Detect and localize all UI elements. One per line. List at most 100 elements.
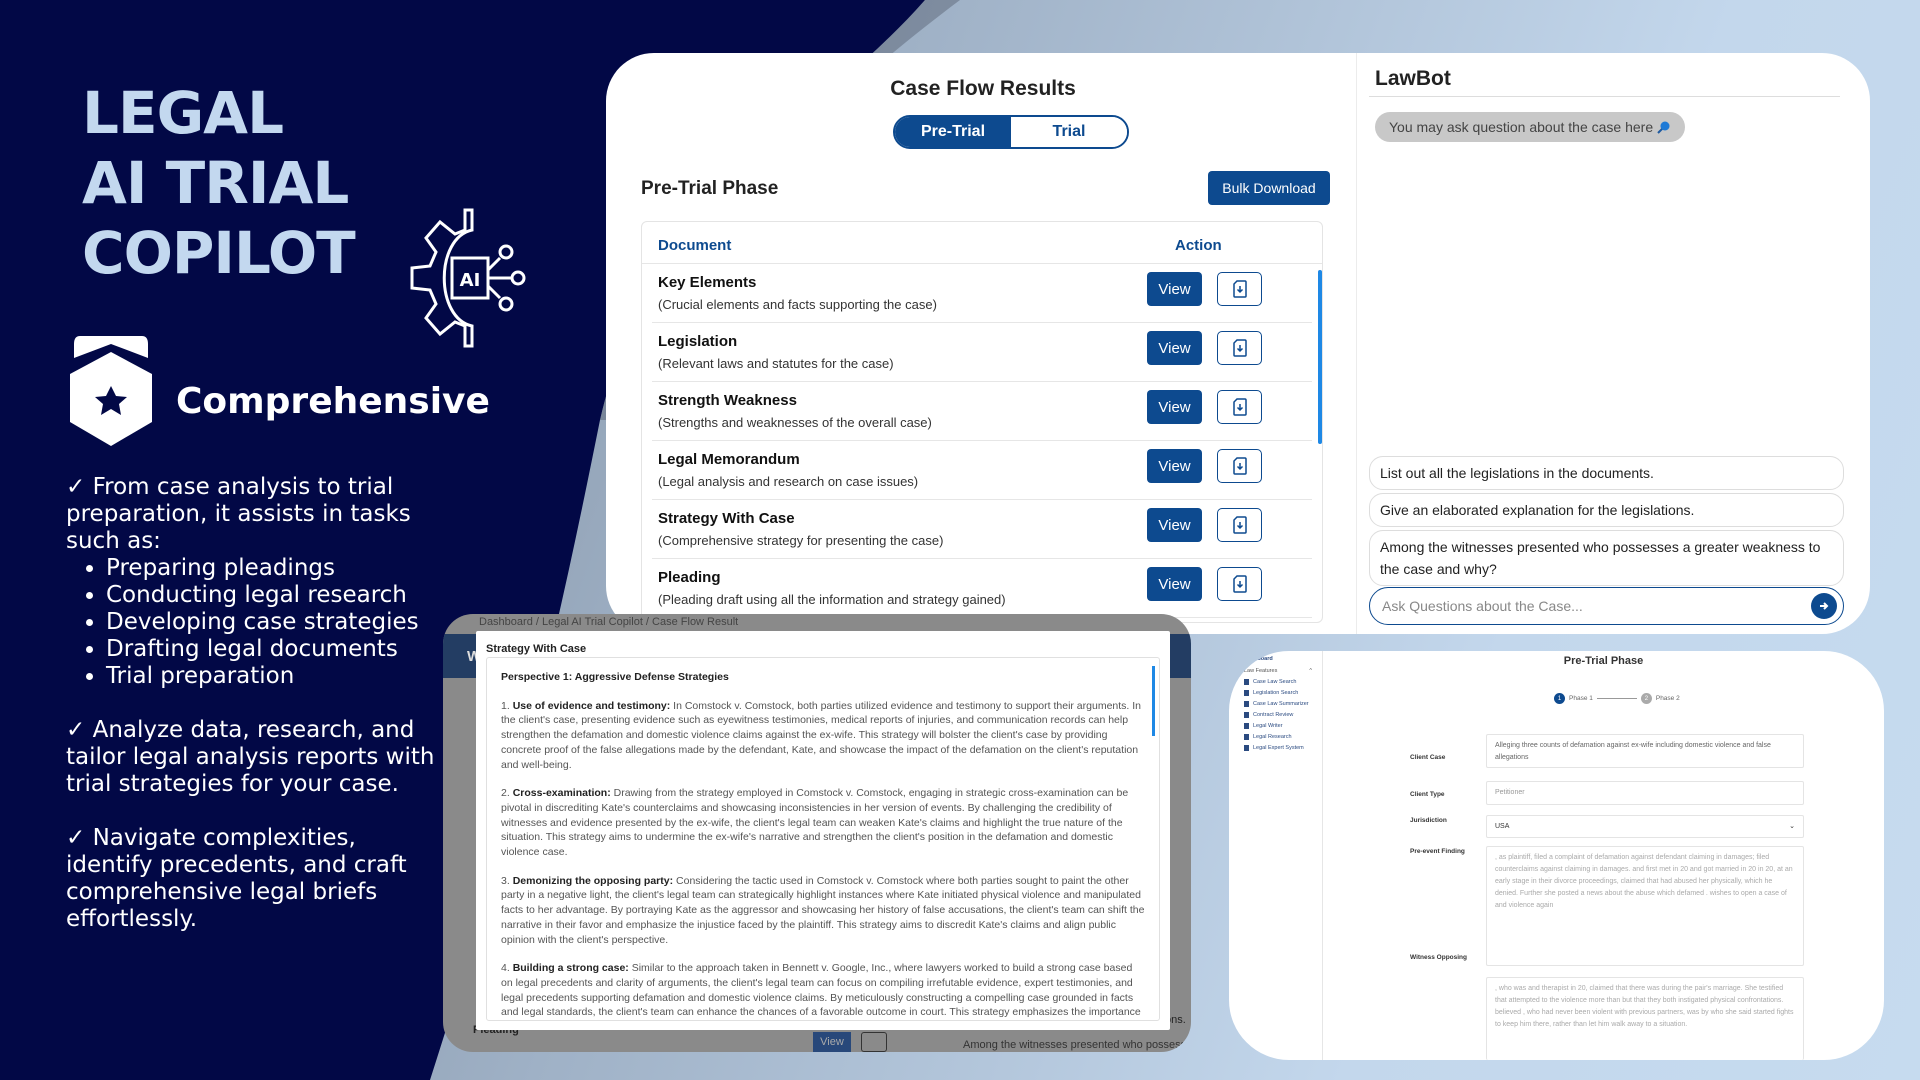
step-2-dot[interactable]: 2 [1640, 693, 1652, 704]
pre-event-field[interactable]: , as plaintiff, filed a complaint of def… [1486, 846, 1804, 966]
view-button[interactable]: View [1147, 390, 1202, 424]
sidebar-item-label: Legal Writer [1253, 723, 1283, 729]
form-title: Pre-Trial Phase [1563, 655, 1644, 667]
greeting-text: You may ask question about the case here [1389, 119, 1654, 135]
point-number: 4. [501, 962, 510, 975]
sidebar-item[interactable]: Legal Research [1244, 734, 1292, 740]
document-description: (Crucial elements and facts supporting t… [658, 297, 937, 312]
behind-view-button[interactable]: View [813, 1032, 851, 1052]
shield-star-badge-icon [70, 336, 152, 446]
table-row: Strength Weakness (Strengths and weaknes… [652, 382, 1312, 441]
document-name: Legal Memorandum [658, 451, 800, 468]
download-button[interactable] [1217, 390, 1262, 424]
client-case-label: Client Case [1410, 754, 1446, 761]
documents-table: Document Action Key Elements (Crucial el… [641, 221, 1323, 623]
strategy-point: 4. Building a strong case: Similar to th… [501, 961, 1145, 1020]
section-label: Law Features [1244, 668, 1278, 674]
send-button[interactable] [1811, 593, 1837, 619]
step-2-label: Phase 2 [1655, 695, 1680, 702]
view-button[interactable]: View [1147, 567, 1202, 601]
sidebar-item[interactable]: Contract Review [1244, 712, 1293, 718]
view-button[interactable]: View [1147, 331, 1202, 365]
modal-title: Strategy With Case [486, 643, 587, 655]
point-number: 2. [501, 787, 510, 800]
task-list: Preparing pleadings Conducting legal res… [106, 555, 436, 690]
strategy-content[interactable]: Perspective 1: Aggressive Defense Strate… [486, 657, 1160, 1021]
document-name: Legislation [658, 333, 738, 350]
file-download-icon [1232, 516, 1247, 534]
ask-question-input[interactable]: Ask Questions about the Case... [1369, 587, 1844, 625]
bot-greeting: You may ask question about the case here [1375, 112, 1686, 142]
view-button[interactable]: View [1147, 272, 1202, 306]
step-1-dot[interactable]: 1 [1554, 693, 1565, 704]
download-button[interactable] [1217, 449, 1262, 483]
hero-title: LEGAL AI TRIAL COPILOT [82, 78, 356, 288]
badge-label: Comprehensive [176, 381, 490, 422]
jurisdiction-value: USA [1495, 823, 1510, 830]
witness-field[interactable]: , who was and therapist in 20, claimed t… [1486, 977, 1804, 1060]
point-number: 3. [501, 874, 510, 887]
strategy-modal: Strategy With Case Perspective 1: Aggres… [476, 631, 1170, 1030]
phase-toggle: Pre-Trial Trial [893, 115, 1129, 149]
pen-icon [1244, 723, 1249, 729]
sidebar-item-label: Legal Expert System [1253, 745, 1304, 751]
feature-text: ✓ From case analysis to trial preparatio… [66, 474, 411, 554]
feature-text: ✓ Navigate complexities, identify preced… [66, 825, 407, 932]
search-icon [1244, 679, 1249, 685]
sidebar-dashboard[interactable]: Dashboard [1244, 656, 1273, 662]
bulk-download-button[interactable]: Bulk Download [1208, 171, 1330, 205]
suggestion-chip[interactable]: List out all the legislations in the doc… [1369, 456, 1844, 490]
svg-text:AI: AI [460, 270, 481, 291]
task-item: Trial preparation [106, 663, 436, 690]
suggestion-chip[interactable]: Give an elaborated explanation for the l… [1369, 493, 1844, 527]
view-button[interactable]: View [1147, 508, 1202, 542]
column-action: Action [1175, 237, 1222, 254]
file-download-icon [1232, 575, 1247, 593]
doc-search-icon [1244, 690, 1249, 696]
table-scrollbar[interactable] [1318, 270, 1322, 444]
divider [1369, 96, 1840, 97]
document-description: (Pleading draft using all the informatio… [658, 592, 1006, 607]
sidebar-item[interactable]: Case Law Search [1244, 679, 1296, 685]
suggestion-chip[interactable]: Among the witnesses presented who posses… [1369, 530, 1844, 586]
document-name: Pleading [658, 569, 721, 586]
step-connector [1596, 698, 1637, 699]
download-button[interactable] [1217, 331, 1262, 365]
tab-pre-trial[interactable]: Pre-Trial [895, 117, 1011, 147]
document-name: Key Elements [658, 274, 757, 291]
feature-text: ✓ Analyze data, research, and tailor leg… [66, 717, 435, 797]
magnifier-icon [1657, 121, 1670, 134]
tab-trial[interactable]: Trial [1011, 117, 1127, 147]
sidebar-item[interactable]: Legal Writer [1244, 723, 1283, 729]
sidebar-section[interactable]: Law Features ^ [1244, 668, 1312, 674]
phase-title: Pre-Trial Phase [641, 178, 779, 199]
table-row: Strategy With Case (Comprehensive strate… [652, 500, 1312, 559]
table-row: Legislation (Relevant laws and statutes … [652, 323, 1312, 382]
view-button[interactable]: View [1147, 449, 1202, 483]
client-type-field[interactable]: Petitioner [1486, 781, 1804, 805]
download-button[interactable] [1217, 567, 1262, 601]
sidebar-item[interactable]: Legislation Search [1244, 690, 1298, 696]
lawbot-panel: LawBot You may ask question about the ca… [1356, 53, 1870, 634]
feature-list: ✓ From case analysis to trial preparatio… [66, 474, 436, 933]
download-button[interactable] [1217, 272, 1262, 306]
lawbot-title: LawBot [1375, 67, 1451, 90]
sidebar-item[interactable]: Legal Expert System [1244, 745, 1304, 751]
sidebar-item-label: Case Law Search [1253, 679, 1297, 685]
column-document: Document [658, 237, 732, 254]
behind-download-button[interactable] [861, 1032, 887, 1052]
sidebar-item-label: Legislation Search [1253, 690, 1299, 696]
task-item: Conducting legal research [106, 582, 436, 609]
pre-event-label: Pre-event Finding [1410, 848, 1465, 855]
download-button[interactable] [1217, 508, 1262, 542]
table-row: Pleading (Pleading draft using all the i… [652, 559, 1312, 618]
sidebar-item-label: Contract Review [1253, 712, 1294, 718]
jurisdiction-select[interactable]: USA ⌄ [1486, 815, 1804, 838]
table-row: Legal Memorandum (Legal analysis and res… [652, 441, 1312, 500]
sidebar-item[interactable]: Case Law Summarizer [1244, 701, 1309, 707]
case-flow-panel: Case Flow Results Pre-Trial Trial Pre-Tr… [636, 63, 1330, 623]
task-item: Drafting legal documents [106, 636, 436, 663]
client-case-field[interactable]: Alleging three counts of defamation agai… [1486, 734, 1804, 768]
file-download-icon [1232, 339, 1247, 357]
content-scrollbar[interactable] [1152, 666, 1155, 736]
